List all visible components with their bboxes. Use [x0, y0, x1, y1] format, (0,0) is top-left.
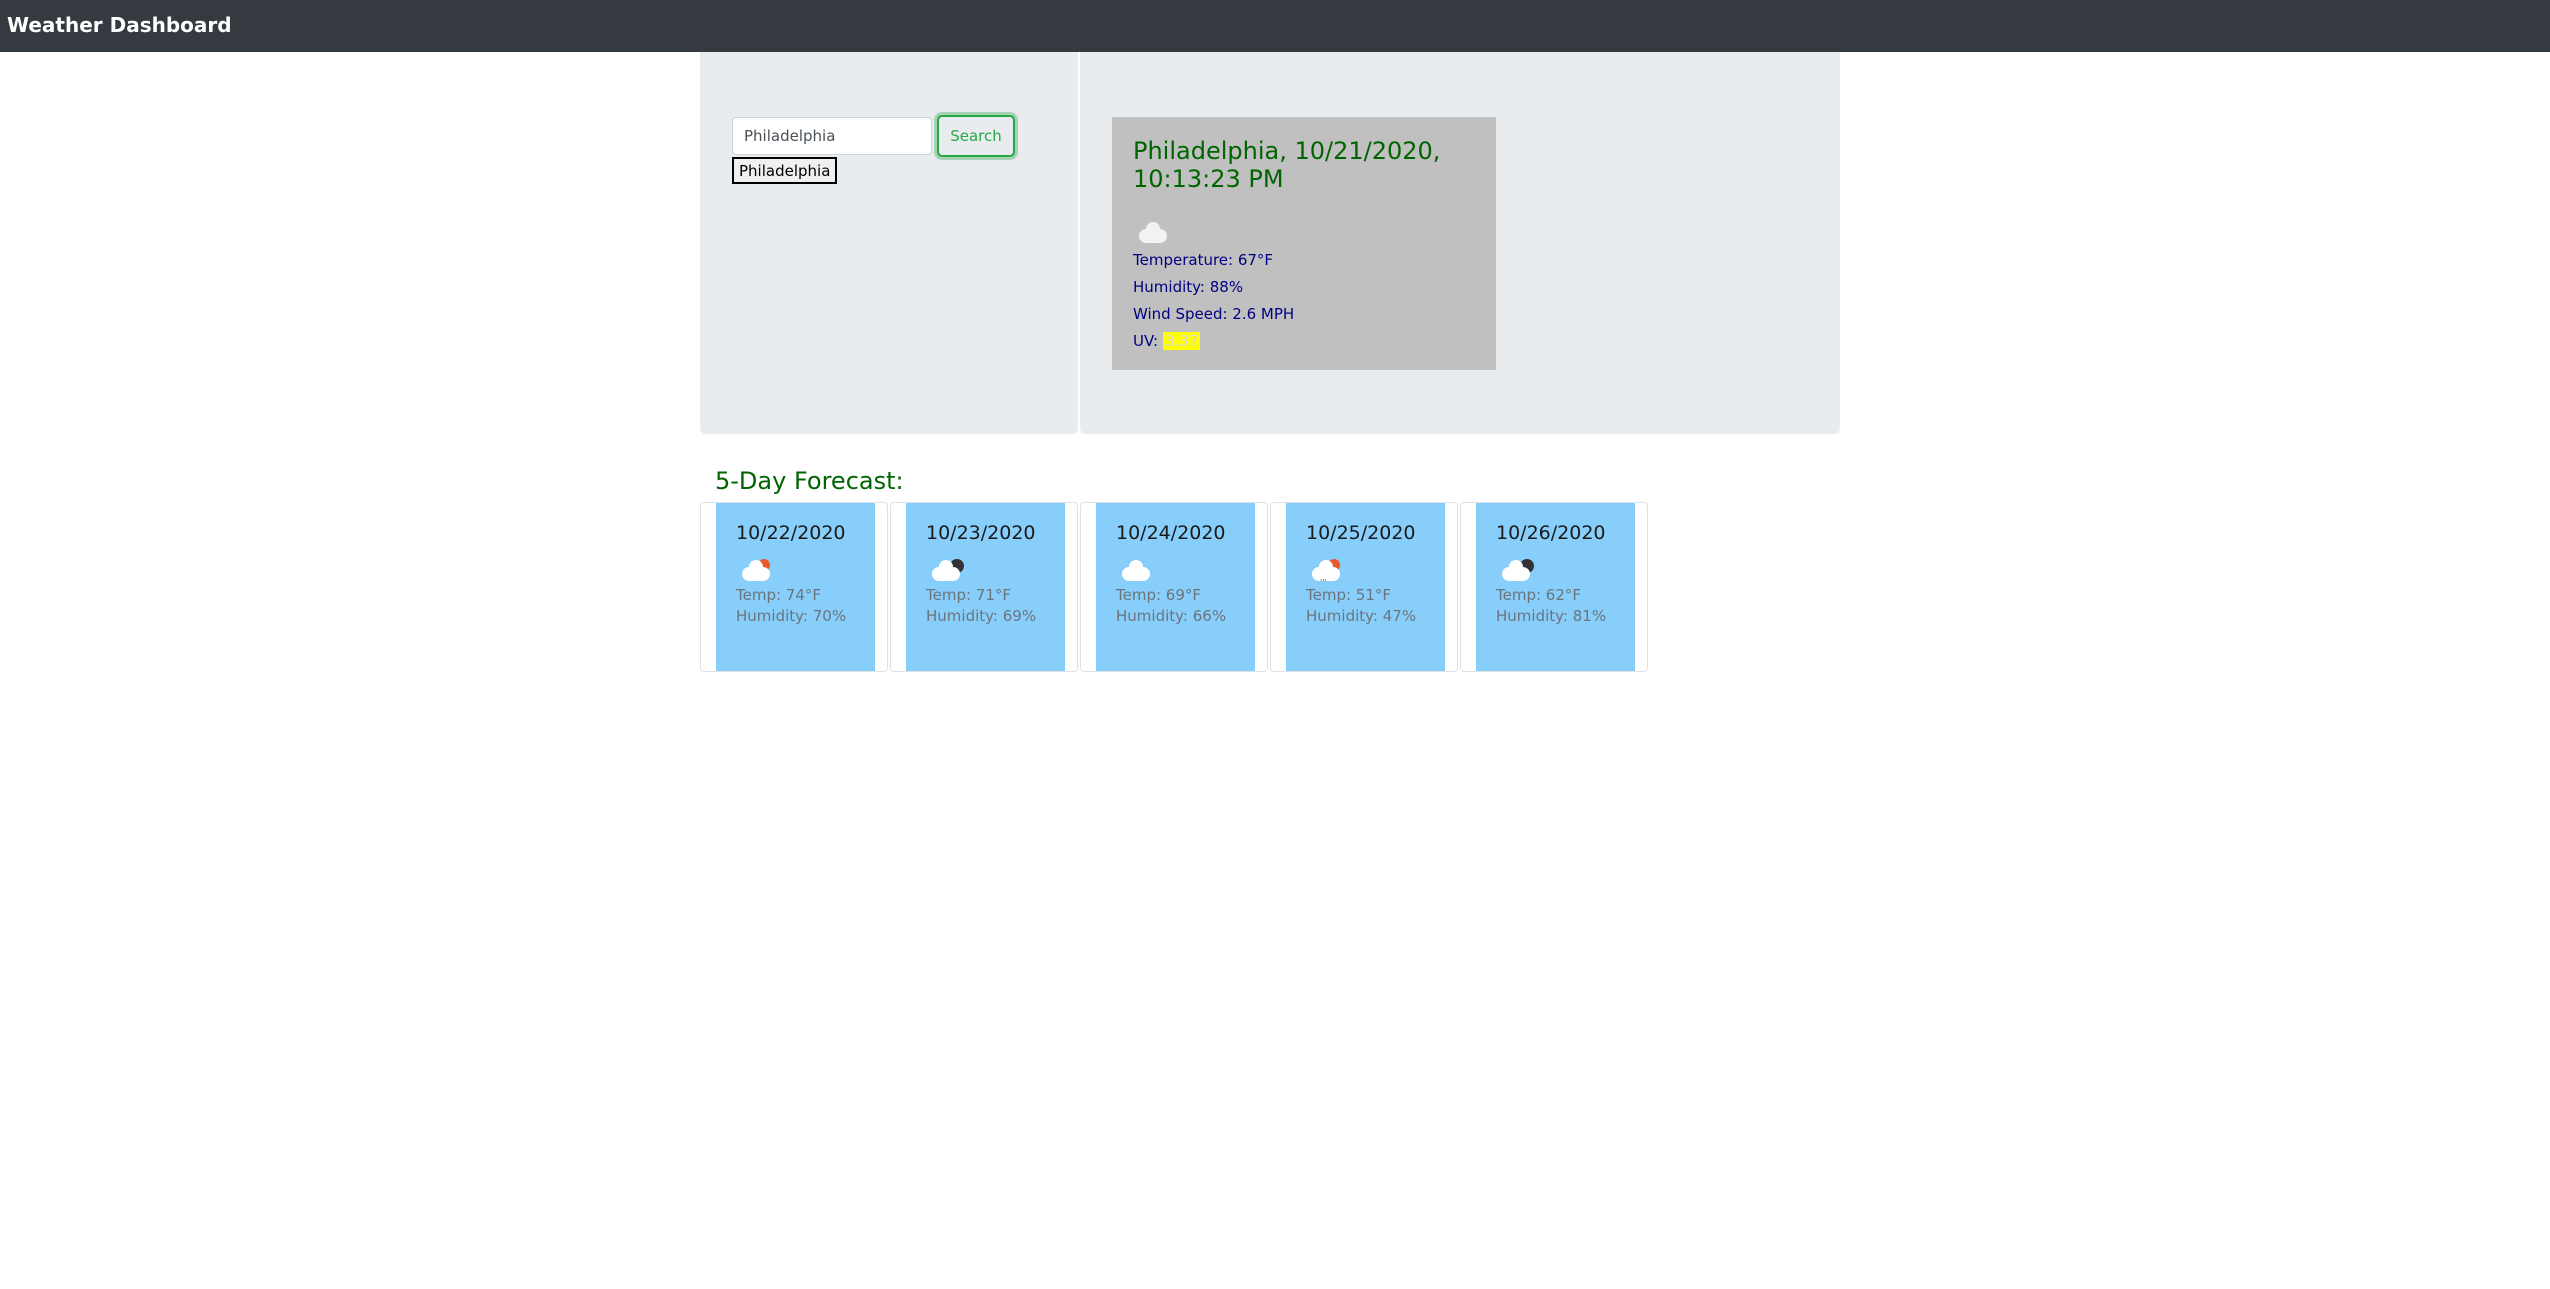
forecast-card: 10/22/2020 Temp: 74°F Humidity: 70%	[716, 503, 875, 671]
app-title[interactable]: Weather Dashboard	[7, 12, 232, 38]
forecast-temp: Temp: 71°F	[926, 586, 1012, 604]
forecast-date: 10/22/2020	[736, 522, 846, 544]
uv-index-badge: 3.37	[1162, 332, 1201, 350]
city-search-input[interactable]	[732, 117, 932, 155]
forecast-day: 10/22/2020 Temp: 74°F Humidity: 70%	[700, 502, 888, 672]
forecast-date: 10/23/2020	[926, 522, 1036, 544]
forecast-humidity: Humidity: 70%	[736, 607, 847, 625]
cloud-icon	[1133, 213, 1476, 247]
uv-label: UV:	[1133, 332, 1159, 350]
partly-cloudy-night-icon	[1496, 559, 1635, 585]
forecast-humidity: Humidity: 69%	[926, 607, 1037, 625]
navbar: Weather Dashboard	[0, 0, 2550, 52]
forecast-temp: Temp: 69°F	[1116, 586, 1202, 604]
forecast-row: 10/22/2020 Temp: 74°F Humidity: 70% 10/2…	[700, 502, 1650, 672]
partly-cloudy-sun-icon	[736, 559, 875, 585]
current-wind-speed: Wind Speed: 2.6 MPH	[1133, 305, 1295, 323]
forecast-temp: Temp: 62°F	[1496, 586, 1582, 604]
forecast-humidity: Humidity: 81%	[1496, 607, 1607, 625]
current-city-title: Philadelphia, 10/21/2020, 10:13:23 PM	[1133, 137, 1441, 193]
forecast-date: 10/26/2020	[1496, 522, 1606, 544]
forecast-day: 10/25/2020 ''' Temp: 51°F Humidity: 47%	[1270, 502, 1458, 672]
rain-sun-icon: '''	[1306, 559, 1445, 587]
search-panel	[700, 52, 1078, 434]
forecast-humidity: Humidity: 66%	[1116, 607, 1227, 625]
current-temperature: Temperature: 67°F	[1133, 251, 1274, 269]
current-humidity: Humidity: 88%	[1133, 278, 1244, 296]
forecast-date: 10/25/2020	[1306, 522, 1416, 544]
forecast-humidity: Humidity: 47%	[1306, 607, 1417, 625]
forecast-day: 10/26/2020 Temp: 62°F Humidity: 81%	[1460, 502, 1648, 672]
forecast-card: 10/23/2020 Temp: 71°F Humidity: 69%	[906, 503, 1065, 671]
forecast-day: 10/24/2020 Temp: 69°F Humidity: 66%	[1080, 502, 1268, 672]
forecast-card: 10/26/2020 Temp: 62°F Humidity: 81%	[1476, 503, 1635, 671]
history-city-button[interactable]: Philadelphia	[732, 157, 838, 184]
forecast-date: 10/24/2020	[1116, 522, 1226, 544]
forecast-card: 10/25/2020 ''' Temp: 51°F Humidity: 47%	[1286, 503, 1445, 671]
current-uv: UV: 3.37	[1133, 328, 1476, 355]
forecast-heading: 5-Day Forecast:	[715, 467, 904, 495]
partly-cloudy-night-icon	[926, 559, 1065, 585]
forecast-temp: Temp: 51°F	[1306, 586, 1392, 604]
forecast-day: 10/23/2020 Temp: 71°F Humidity: 69%	[890, 502, 1078, 672]
forecast-temp: Temp: 74°F	[736, 586, 822, 604]
current-weather-card: Philadelphia, 10/21/2020, 10:13:23 PM Te…	[1112, 117, 1496, 370]
search-button[interactable]: Search	[937, 115, 1015, 157]
cloud-icon	[1116, 559, 1255, 585]
forecast-card: 10/24/2020 Temp: 69°F Humidity: 66%	[1096, 503, 1255, 671]
